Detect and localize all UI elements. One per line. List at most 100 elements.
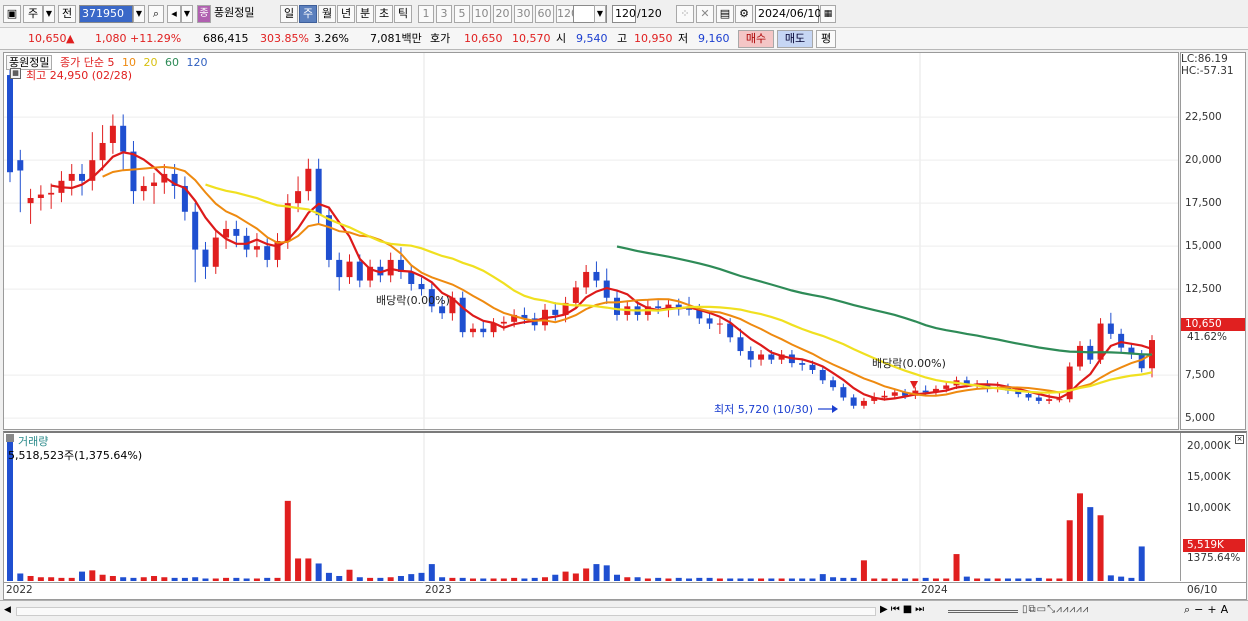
volume-bar-46: [480, 578, 487, 581]
period-tab-4[interactable]: 분: [356, 5, 374, 23]
volume-bar-35: [367, 577, 374, 581]
calendar-icon[interactable]: ▦: [820, 5, 836, 23]
ma-20-label: 20: [143, 56, 158, 69]
ma-60-line: [616, 245, 1153, 356]
candle-body-63: [655, 306, 662, 309]
bid-price: 10,570: [512, 32, 551, 45]
toolbar: ▣ 주 ▼ 전 371950 ▼ ⌕ ◂ ▼ 종 풍원정밀 일주월년분초틱 13…: [0, 0, 1248, 28]
volume-bar-31: [325, 572, 332, 581]
quote-price: 10,650: [28, 32, 67, 45]
gear-icon[interactable]: ⚙: [735, 5, 753, 23]
period-tab-2[interactable]: 월: [318, 5, 336, 23]
volume-axis[interactable]: 20,000K 15,000K 10,000K 5,519K 1375.64% ×: [1180, 433, 1246, 581]
volume-tick-0: 20,000K: [1187, 439, 1231, 452]
drawing-tools-icons[interactable]: ▯⧉▭⤡⩘⩘⩘⩘⩘: [1022, 604, 1089, 615]
volume-bar-13: [140, 577, 147, 581]
playback-icons[interactable]: ▶⏮■⏭: [880, 604, 927, 615]
candle-body-69: [716, 323, 723, 325]
volume-bar-80: [830, 577, 837, 581]
speaker-icon[interactable]: ◂: [167, 5, 181, 23]
volume-bar-9: [99, 574, 106, 581]
minute-dropdown-icon[interactable]: ▼: [594, 5, 606, 23]
count-input[interactable]: 120: [612, 5, 636, 23]
volume-panel[interactable]: 거래량 5,518,523주(1,375.64%) 20,000K 15,000K…: [3, 431, 1247, 583]
candle-body-106: [1097, 323, 1104, 360]
up-arrow-icon: ▲: [66, 32, 75, 45]
volume-bar-110: [1138, 546, 1145, 581]
code-input[interactable]: 371950: [79, 5, 133, 23]
code-dropdown-icon[interactable]: ▼: [133, 5, 145, 23]
zoom-slider[interactable]: [948, 610, 1018, 613]
period-tab-5[interactable]: 초: [375, 5, 393, 23]
link-icon[interactable]: ⁘: [676, 5, 694, 23]
minute-option-4[interactable]: 20: [493, 5, 512, 23]
volume-bar-21: [223, 577, 230, 581]
zoom-icons[interactable]: ⌕−+A: [1184, 603, 1232, 617]
candle-body-25: [264, 246, 271, 260]
quote-turnover: 3.26%: [314, 32, 349, 45]
candle-body-101: [1046, 399, 1053, 401]
ma-10-line: [102, 165, 1153, 397]
scroll-left-icon[interactable]: ◀: [4, 605, 11, 615]
low-value: 9,160: [698, 32, 730, 45]
volume-bar-86: [891, 578, 898, 581]
sell-button[interactable]: 매도: [777, 30, 813, 48]
window-icon[interactable]: ▣: [3, 5, 21, 23]
volume-bar-66: [686, 578, 693, 581]
open-label: 시: [556, 32, 567, 45]
x-label-2022: 2022: [6, 584, 33, 596]
volume-bar-12: [130, 577, 137, 581]
minute-option-5[interactable]: 30: [514, 5, 533, 23]
save-icon[interactable]: ▤: [716, 5, 734, 23]
volume-bar-98: [1015, 578, 1022, 581]
high-note: 최고 24,950 (02/28): [26, 69, 133, 82]
buy-button[interactable]: 매수: [738, 30, 774, 48]
scrollbar[interactable]: [16, 607, 876, 616]
prev-button[interactable]: 전: [58, 5, 76, 23]
period-tab-6[interactable]: 틱: [394, 5, 412, 23]
market-dropdown-icon[interactable]: ▼: [43, 5, 55, 23]
minute-option-2[interactable]: 5: [454, 5, 470, 23]
candle-body-2: [27, 198, 34, 204]
volume-bar-53: [552, 574, 559, 581]
cross-tool-icon[interactable]: ✕: [696, 5, 714, 23]
volume-bar-78: [809, 578, 816, 581]
chart-settings-icon[interactable]: ▦: [10, 68, 21, 79]
hc-label: HC:-57.31: [1181, 65, 1234, 77]
volume-bar-64: [665, 578, 672, 581]
candle-body-13: [140, 185, 147, 192]
price-tick-7: 5,000: [1185, 412, 1216, 425]
eval-button[interactable]: 평: [816, 30, 836, 48]
candle-body-81: [840, 387, 847, 398]
volume-bar-60: [624, 577, 631, 581]
volume-bar-16: [171, 577, 178, 581]
price-panel[interactable]: 배당락(0.00%) 배당락(0.00%) 최저 5,720 (10/30) 풍원정…: [3, 52, 1179, 430]
volume-bar-67: [696, 577, 703, 581]
minute-option-6[interactable]: 60: [535, 5, 554, 23]
search-icon[interactable]: ⌕: [148, 5, 164, 23]
volume-bar-2: [27, 575, 34, 581]
period-tab-3[interactable]: 년: [337, 5, 355, 23]
panel-close-icon[interactable]: ×: [1235, 435, 1244, 444]
minute-option-0[interactable]: 1: [418, 5, 434, 23]
volume-bar-96: [994, 578, 1001, 581]
market-button[interactable]: 주: [23, 5, 43, 23]
volume-bar-48: [500, 578, 507, 581]
volume-bar-10: [109, 575, 116, 581]
volume-bar-18: [192, 577, 199, 581]
period-tab-1[interactable]: 주: [299, 5, 317, 23]
price-tick-4: 12,500: [1185, 283, 1222, 296]
price-tick-0: 22,500: [1185, 111, 1222, 124]
period-tab-0[interactable]: 일: [280, 5, 298, 23]
candle-body-24: [253, 246, 260, 250]
candle-body-99: [1025, 394, 1032, 398]
speaker-dropdown-icon[interactable]: ▼: [181, 5, 193, 23]
date-input[interactable]: 2024/06/10: [755, 5, 821, 23]
volume-bar-90: [932, 578, 939, 581]
candle-body-4: [48, 192, 55, 195]
volume-bar-26: [274, 577, 281, 581]
minute-option-1[interactable]: 3: [436, 5, 452, 23]
minute-option-3[interactable]: 10: [472, 5, 491, 23]
candle-body-80: [830, 380, 837, 388]
price-axis[interactable]: LC:86.19 HC:-57.31 22,500 20,000 17,500 15,…: [1180, 52, 1246, 430]
